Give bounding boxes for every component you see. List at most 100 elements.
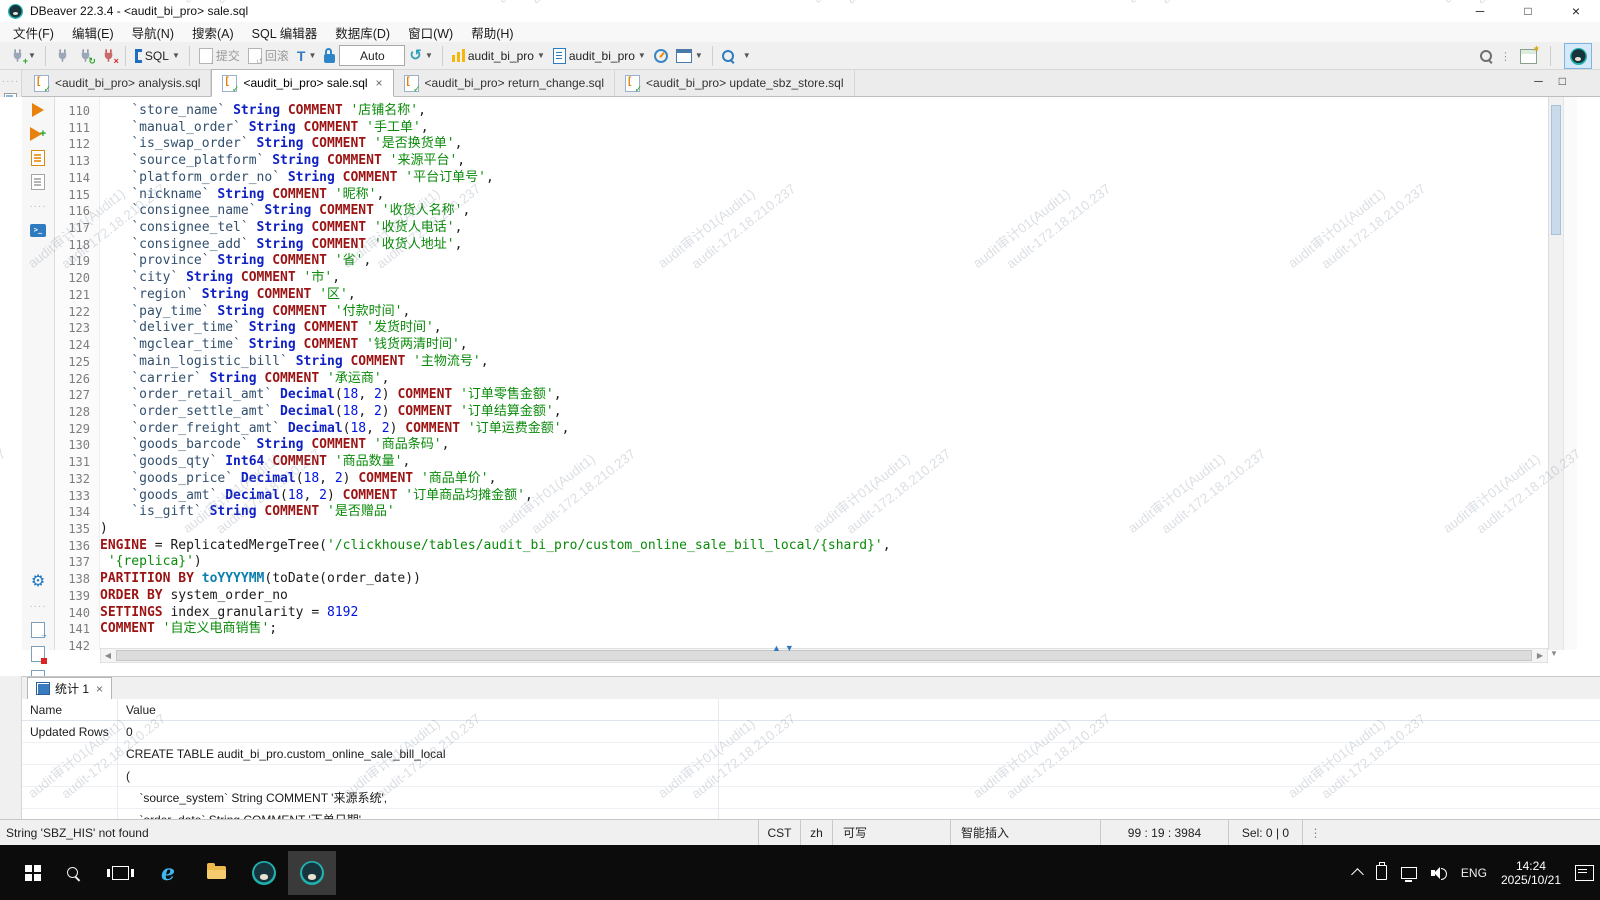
tab-close-icon[interactable]: ×: [96, 682, 103, 696]
status-more-icon[interactable]: ⋮: [1302, 820, 1328, 845]
column-header-value[interactable]: Value: [118, 703, 156, 717]
code-line: `platform_order_no` String COMMENT '平台订单…: [100, 170, 1548, 187]
open-perspective-icon[interactable]: [1520, 49, 1537, 64]
dbeaver-perspective-button[interactable]: [1564, 43, 1592, 69]
app-icon: [8, 4, 23, 19]
line-number: 123: [55, 320, 99, 337]
menu-database[interactable]: 数据库(D): [326, 23, 399, 42]
vertical-scrollbar[interactable]: [1548, 97, 1563, 650]
stats-row[interactable]: Updated Rows0: [22, 721, 1600, 743]
language-indicator[interactable]: ENG: [1461, 866, 1487, 880]
reconnect-button[interactable]: ↻: [74, 46, 97, 65]
save-file-button[interactable]: [22, 643, 54, 665]
tab-analysis-sql[interactable]: <audit_bi_pro> analysis.sql: [24, 70, 211, 96]
scrollbar-thumb[interactable]: [1551, 105, 1561, 235]
window-title: DBeaver 22.3.4 - <audit_bi_pro> sale.sql: [30, 4, 248, 18]
export-result-button[interactable]: [22, 619, 54, 641]
dbeaver-taskbar-button[interactable]: [240, 851, 288, 895]
connect-button[interactable]: + ▼: [6, 46, 40, 65]
close-button[interactable]: ×: [1552, 0, 1600, 22]
line-number: 116: [55, 203, 99, 220]
line-number: 122: [55, 304, 99, 321]
line-number: 133: [55, 488, 99, 505]
minimize-button[interactable]: ─: [1456, 0, 1504, 22]
tray-expand-icon[interactable]: [1351, 868, 1364, 881]
menu-navigate[interactable]: 导航(N): [123, 23, 183, 42]
lock-icon: [324, 54, 335, 63]
file-explorer-button[interactable]: [192, 851, 240, 895]
line-number: 128: [55, 404, 99, 421]
database-select[interactable]: audit_bi_pro▼: [448, 47, 549, 65]
commit-mode-select[interactable]: Auto: [339, 45, 405, 66]
volume-icon[interactable]: [1431, 867, 1447, 879]
sql-editor-button[interactable]: SQL▼: [131, 47, 184, 65]
explain-plan-button[interactable]: [22, 171, 54, 193]
execute-script-button[interactable]: [22, 147, 54, 169]
stats-row[interactable]: CREATE TABLE audit_bi_pro.custom_online_…: [22, 743, 1600, 765]
transaction-log-button[interactable]: ↺▼: [405, 46, 437, 65]
menu-help[interactable]: 帮助(H): [462, 23, 522, 42]
tab-close-icon[interactable]: ×: [376, 76, 383, 90]
usb-icon[interactable]: [1376, 865, 1387, 880]
open-console-button[interactable]: >_: [22, 219, 54, 241]
taskbar-search-button[interactable]: [48, 851, 96, 895]
commit-button[interactable]: 提交: [195, 45, 244, 66]
view-minimize-icon[interactable]: ─: [1534, 74, 1543, 88]
menu-file[interactable]: 文件(F): [4, 23, 63, 42]
rollback-button[interactable]: 回滚: [244, 45, 293, 66]
code-line: `store_name` String COMMENT '店铺名称',: [100, 103, 1548, 120]
tab-statistics[interactable]: 统计 1 ×: [27, 677, 112, 699]
transaction-mode-button[interactable]: T▼: [293, 47, 320, 65]
horizontal-scrollbar[interactable]: ◀ ▶: [100, 648, 1548, 663]
line-number: 131: [55, 454, 99, 471]
scroll-right-icon[interactable]: ▶: [1533, 651, 1547, 660]
tab-return-change-sql[interactable]: <audit_bi_pro> return_change.sql: [394, 70, 615, 96]
taskbar-clock[interactable]: 14:24 2025/10/21: [1501, 859, 1561, 887]
status-caret-position[interactable]: 99 : 19 : 3984: [1100, 820, 1228, 845]
scrollbar-thumb[interactable]: [116, 650, 1532, 661]
scroll-left-icon[interactable]: ◀: [101, 651, 115, 660]
column-header-name[interactable]: Name: [22, 699, 118, 720]
quick-search-icon[interactable]: [1480, 50, 1492, 62]
dbeaver-taskbar-button-active[interactable]: [288, 851, 336, 895]
column-divider: [718, 699, 719, 820]
action-center-icon[interactable]: [1575, 865, 1594, 881]
disconnect-all-button[interactable]: ×: [97, 46, 120, 65]
toolbar-search-button[interactable]: ▼: [718, 48, 755, 64]
dbeaver-icon: [252, 861, 276, 885]
status-insert-mode[interactable]: 智能插入: [950, 820, 1100, 845]
code-line: `mgclear_time` String COMMENT '钱货两清时间',: [100, 337, 1548, 354]
line-number: 121: [55, 287, 99, 304]
stats-row[interactable]: `source_system` String COMMENT '来源系统',: [22, 787, 1600, 809]
status-writable[interactable]: 可写: [832, 820, 950, 845]
maximize-button[interactable]: □: [1504, 0, 1552, 22]
execute-new-tab-button[interactable]: +: [22, 123, 54, 145]
menu-edit[interactable]: 编辑(E): [63, 23, 123, 42]
disconnect-button[interactable]: [51, 46, 74, 65]
internet-explorer-button[interactable]: e: [144, 851, 192, 895]
menu-search[interactable]: 搜索(A): [183, 23, 243, 42]
view-maximize-icon[interactable]: □: [1559, 74, 1566, 88]
scroll-down-icon[interactable]: ▼: [1550, 649, 1558, 658]
task-view-button[interactable]: [96, 851, 144, 895]
grid-icon: [676, 49, 692, 63]
execute-statement-button[interactable]: [22, 99, 54, 121]
tab-sale-sql[interactable]: <audit_bi_pro> sale.sql ×: [211, 69, 393, 97]
code-line: `goods_barcode` String COMMENT '商品条码',: [100, 437, 1548, 454]
schema-select[interactable]: audit_bi_pro▼: [549, 46, 650, 66]
dashboard-button[interactable]: [650, 47, 672, 65]
transaction-lock-button[interactable]: [320, 46, 339, 65]
plug-refresh-icon: ↻: [78, 48, 93, 63]
settings-button[interactable]: ⚙: [22, 571, 54, 593]
start-button[interactable]: [0, 851, 48, 895]
menu-sql-editor[interactable]: SQL 编辑器: [243, 23, 327, 42]
code-line: `deliver_time` String COMMENT '发货时间',: [100, 320, 1548, 337]
sash-restore-icons[interactable]: ▲▼: [772, 643, 798, 653]
tab-update-sbz-store-sql[interactable]: <audit_bi_pro> update_sbz_store.sql: [615, 70, 854, 96]
code-area[interactable]: `store_name` String COMMENT '店铺名称', `man…: [100, 97, 1548, 656]
output-view-button[interactable]: ▼: [672, 47, 707, 65]
network-icon[interactable]: [1401, 867, 1417, 879]
code-line: SETTINGS index_granularity = 8192: [100, 605, 1548, 622]
menu-window[interactable]: 窗口(W): [399, 23, 462, 42]
stats-row[interactable]: (: [22, 765, 1600, 787]
